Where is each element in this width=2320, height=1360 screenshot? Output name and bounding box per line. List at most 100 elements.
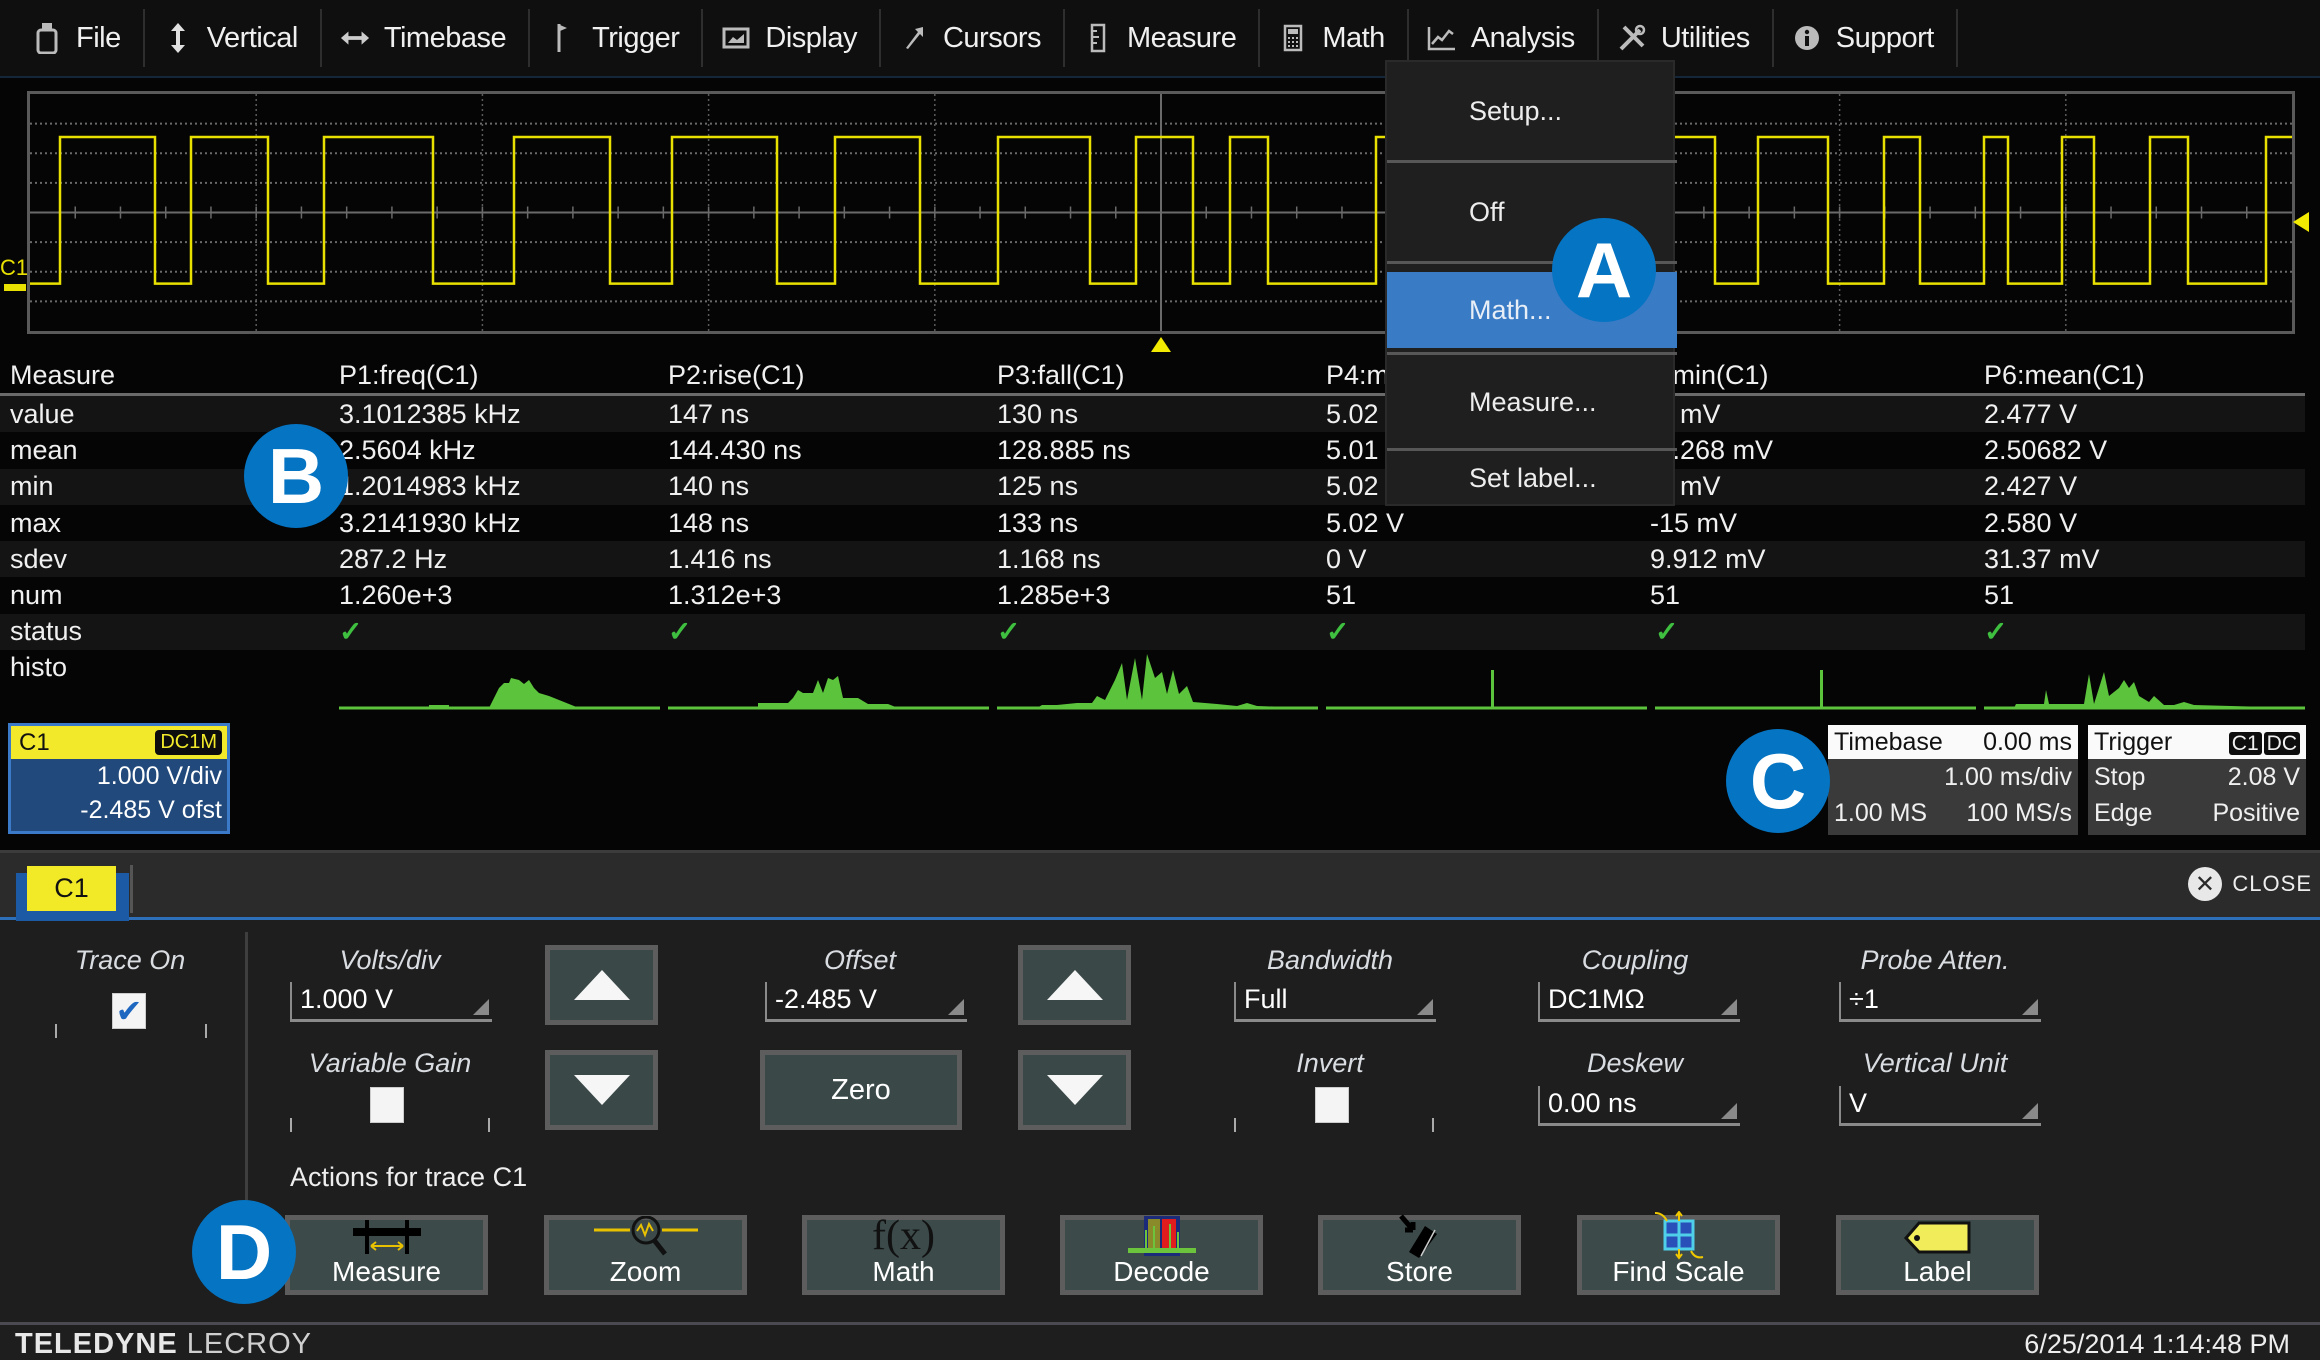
offset-down-button[interactable]	[1018, 1050, 1131, 1130]
close-button[interactable]: ✕ CLOSE	[2188, 867, 2312, 901]
trigger-mode: Stop	[2094, 762, 2146, 791]
measurement-cell: 2.427 V	[1984, 471, 2078, 502]
waveform-grid[interactable]	[27, 91, 2295, 334]
action-math-button[interactable]: f(x) Math	[802, 1215, 1005, 1295]
menu-cursors[interactable]: Cursors	[881, 9, 1065, 67]
action-measure-button[interactable]: Measure	[285, 1215, 488, 1295]
param-header-p6[interactable]: P6:mean(C1)	[1984, 360, 2145, 391]
offset-field[interactable]: -2.485 V	[765, 982, 967, 1022]
param-header-p4[interactable]: P4:m	[1326, 360, 1389, 391]
arrow-up-icon	[573, 970, 630, 1000]
histogram-bars	[1984, 672, 2305, 709]
menu-vertical[interactable]: Vertical	[145, 9, 322, 67]
param-header-p1[interactable]: P1:freq(C1)	[339, 360, 479, 391]
vertical-unit-select[interactable]: V	[1839, 1086, 2041, 1126]
probe-atten-select[interactable]: ÷1	[1839, 982, 2041, 1022]
offset-up-button[interactable]	[1018, 945, 1131, 1025]
trigger-tags: C1 DC	[2227, 728, 2300, 757]
file-icon	[32, 22, 62, 54]
trigger-descriptor[interactable]: Trigger C1 DC Stop 2.08 V Edge Positive	[2088, 725, 2306, 835]
trigger-position-marker[interactable]	[1151, 337, 1171, 352]
bandwidth-select[interactable]: Full	[1234, 982, 1436, 1022]
status-check-icon: ✓	[668, 616, 692, 648]
deskew-field[interactable]: 0.00 ns	[1538, 1086, 1740, 1126]
channel-offset: -2.485 V ofst	[80, 796, 222, 824]
histogram-p5[interactable]	[1655, 650, 1976, 710]
measurement-cell: 2.5604 kHz	[339, 434, 476, 465]
measurement-cell: 5.02	[1326, 471, 1379, 502]
action-label-button[interactable]: Label	[1836, 1215, 2039, 1295]
trigger-level-marker[interactable]	[2293, 212, 2309, 232]
action-zoom-button[interactable]: Zoom	[544, 1215, 747, 1295]
dropdown-item-measure[interactable]: Measure...	[1387, 356, 1677, 448]
measurement-cell: 9.912 mV	[1650, 543, 1766, 574]
histo-label: histo	[10, 652, 68, 683]
dialog-tab-bar: C1 ✕ CLOSE	[0, 850, 2320, 921]
tab-c1[interactable]: C1	[16, 863, 129, 921]
decode-icon	[1124, 1216, 1200, 1256]
measurement-row-label: mean	[10, 434, 78, 465]
menu-trigger[interactable]: Trigger	[530, 9, 704, 67]
menu-timebase[interactable]: Timebase	[322, 9, 531, 67]
trace-offset-marker[interactable]	[4, 284, 26, 291]
variable-gain-bracket	[290, 1118, 490, 1132]
timebase-descriptor[interactable]: Timebase 0.00 ms 1.00 ms/div 1.00 MS 100…	[1828, 725, 2078, 835]
measurement-cell: 133 ns	[997, 507, 1079, 538]
volts-div-down-button[interactable]	[545, 1050, 658, 1130]
measurement-cell: 3.1012385 kHz	[339, 398, 521, 429]
coupling-select[interactable]: DC1MΩ	[1538, 982, 1740, 1022]
arrow-up-icon	[1046, 970, 1103, 1000]
histogram-p4[interactable]	[1326, 650, 1647, 710]
status-check-icon: ✓	[997, 616, 1021, 648]
invert-label: Invert	[1296, 1048, 1364, 1078]
action-find-scale-button[interactable]: Find Scale	[1577, 1211, 1780, 1295]
measurement-cell: 287.2 Hz	[339, 543, 448, 574]
measurement-cell: 125 ns	[997, 471, 1079, 502]
zero-offset-button[interactable]: Zero	[760, 1050, 962, 1130]
menu-vertical-label: Vertical	[206, 21, 299, 54]
measurement-row-label: num	[10, 580, 63, 611]
menu-display[interactable]: Display	[703, 9, 881, 67]
timebase-samples: 1.00 MS	[1834, 798, 1928, 827]
histogram-p6[interactable]	[1984, 650, 2305, 710]
volts-div-field[interactable]: 1.000 V	[290, 982, 492, 1022]
menu-math[interactable]: Math	[1260, 9, 1409, 67]
trace-on-bracket	[55, 1024, 207, 1038]
menu-analysis[interactable]: Analysis	[1408, 9, 1599, 67]
histogram-p2[interactable]	[668, 650, 989, 710]
vertical-arrows-icon	[163, 22, 193, 54]
menu-file[interactable]: File	[14, 9, 145, 67]
measurement-cell: 147 ns	[668, 398, 750, 429]
menu-utilities[interactable]: Utilities	[1599, 9, 1774, 67]
action-store-button[interactable]: Store	[1318, 1214, 1521, 1295]
dropdown-item-setup[interactable]: Setup...	[1387, 62, 1677, 160]
measurement-row-label: min	[10, 471, 54, 502]
channel-descriptor-c1[interactable]: C1 DC1M 1.000 V/div -2.485 V ofst	[8, 723, 230, 834]
measurement-cell: 1.168 ns	[997, 543, 1101, 574]
vertical-unit-label: Vertical Unit	[1862, 1048, 2008, 1078]
param-header-p3[interactable]: P3:fall(C1)	[997, 360, 1125, 391]
action-decode-button[interactable]: Decode	[1060, 1215, 1263, 1295]
menu-measure[interactable]: Measure	[1065, 9, 1261, 67]
status-check-icon: ✓	[1984, 616, 2008, 648]
trace-on-label: Trace On	[74, 945, 186, 975]
menu-timebase-label: Timebase	[383, 21, 507, 54]
measurement-cell: 148 ns	[668, 507, 750, 538]
param-header-p2[interactable]: P2:rise(C1)	[668, 360, 805, 391]
bandwidth-label: Bandwidth	[1266, 945, 1394, 975]
status-footer: TELEDYNE LECROY 6/25/2014 1:14:48 PM	[0, 1322, 2320, 1360]
menu-support[interactable]: Support	[1774, 9, 1958, 67]
action-store-label: Store	[1386, 1256, 1453, 1287]
timebase-title: Timebase	[1834, 727, 1943, 756]
action-decode-label: Decode	[1113, 1256, 1210, 1287]
histogram-bars	[668, 676, 989, 709]
dropdown-item-set-label[interactable]: Set label...	[1387, 451, 1677, 506]
timebase-sample-rate: 100 MS/s	[1966, 798, 2072, 827]
histogram-p3[interactable]	[997, 650, 1318, 710]
action-find-scale-label: Find Scale	[1612, 1256, 1745, 1287]
volts-div-up-button[interactable]	[545, 945, 658, 1025]
calculator-icon	[1278, 22, 1308, 54]
histogram-p1[interactable]	[339, 650, 660, 710]
tools-icon	[1617, 22, 1647, 54]
brand-logo: TELEDYNE LECROY	[15, 1328, 312, 1360]
